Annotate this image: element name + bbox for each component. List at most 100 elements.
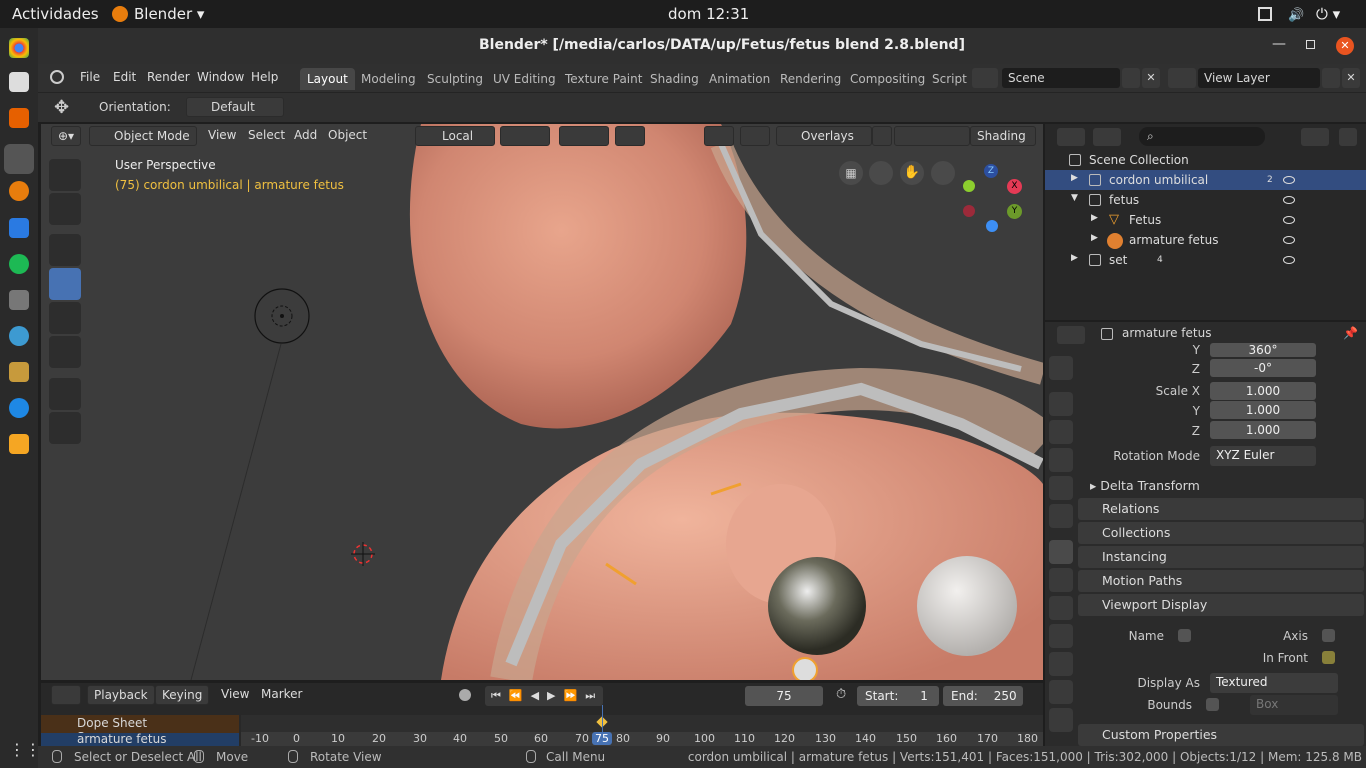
orientation-dropdown[interactable]: Default [186, 97, 284, 117]
physics-tab-icon[interactable] [1049, 624, 1073, 648]
properties-editor-type[interactable] [1057, 326, 1085, 344]
viewport-display-panel[interactable]: Viewport Display [1078, 594, 1364, 616]
tab-sculpting[interactable]: Sculpting [420, 68, 490, 90]
apps-grid-icon[interactable]: ⋮⋮ [9, 740, 41, 760]
start-frame-field[interactable]: Start: 1 [857, 686, 939, 706]
maximize-button[interactable] [1306, 40, 1315, 49]
gizmo-neg-y[interactable] [963, 180, 975, 192]
close-button[interactable]: ✕ [1336, 37, 1354, 55]
blender-alt-icon[interactable] [9, 181, 29, 201]
minimize-button[interactable]: — [1272, 36, 1286, 52]
network-icon[interactable] [1258, 7, 1272, 21]
tab-script[interactable]: Script [925, 68, 974, 90]
3d-viewport[interactable]: ⊕▾ Object Mode View Select Add Object Lo… [41, 124, 1043, 680]
relations-panel[interactable]: Relations [1078, 498, 1364, 520]
visibility-icon[interactable] [740, 126, 770, 146]
outliner-row-set[interactable]: ▶ set 4 [1045, 250, 1366, 270]
scale-x-field[interactable]: 1.000 [1210, 382, 1316, 400]
delta-transform-panel[interactable]: ▸ Delta Transform [1090, 478, 1200, 493]
view-layer-new-icon[interactable] [1322, 68, 1340, 88]
viewport-menu-object[interactable]: Object [322, 126, 373, 146]
outliner-row-armature[interactable]: ▶ armature fetus [1045, 230, 1366, 250]
visibility-eye-icon[interactable] [1283, 196, 1295, 204]
world-tab-icon[interactable] [1049, 504, 1073, 528]
tab-rendering[interactable]: Rendering [773, 68, 848, 90]
particles-tab-icon[interactable] [1049, 596, 1073, 620]
firefox-icon[interactable] [9, 108, 29, 128]
outliner-row-fetus-mesh[interactable]: ▶ ▽ Fetus [1045, 210, 1366, 230]
blender-dock-icon[interactable] [4, 144, 34, 174]
shading-modes-icon[interactable] [894, 126, 970, 146]
archive-icon[interactable] [9, 362, 29, 382]
atom-icon[interactable] [9, 326, 29, 346]
data-tab-icon[interactable] [1049, 680, 1073, 704]
visibility-eye-icon[interactable] [1283, 216, 1295, 224]
move-tool[interactable] [49, 234, 81, 266]
bounds-type-dropdown[interactable]: Box [1250, 695, 1338, 715]
spotify-icon[interactable] [9, 254, 29, 274]
render-tab-icon[interactable] [1049, 392, 1073, 416]
menu-file[interactable]: File [80, 70, 100, 84]
display-as-dropdown[interactable]: Textured [1210, 673, 1338, 693]
slides-icon[interactable] [9, 434, 29, 454]
transform-orientation-dropdown[interactable]: Local [415, 126, 495, 146]
show-gizmo-icon[interactable] [704, 126, 734, 146]
power-icon[interactable]: ⏻ ▾ [1316, 5, 1340, 23]
tab-layout[interactable]: Layout [300, 68, 355, 90]
select-box-tool[interactable] [49, 159, 81, 191]
gizmo-neg-x[interactable] [963, 205, 975, 217]
files-icon[interactable] [9, 72, 29, 92]
rotation-mode-dropdown[interactable]: XYZ Euler [1210, 446, 1316, 466]
scene-remove-icon[interactable]: ✕ [1142, 68, 1160, 88]
menu-edit[interactable]: Edit [113, 70, 136, 84]
menu-render[interactable]: Render [147, 70, 190, 84]
tab-modeling[interactable]: Modeling [354, 68, 423, 90]
gizmo-y-axis[interactable]: Y [1007, 204, 1022, 219]
pan-view-icon[interactable]: ✋ [900, 161, 924, 185]
view-layer-field[interactable]: View Layer [1198, 68, 1320, 88]
scale-z-field[interactable]: 1.000 [1210, 421, 1316, 439]
tab-shading[interactable]: Shading [643, 68, 706, 90]
outliner-search-input[interactable]: ⌕ [1139, 127, 1265, 146]
game-icon[interactable] [9, 290, 29, 310]
tab-texture-paint[interactable]: Texture Paint [558, 68, 649, 90]
camera-view-icon[interactable] [869, 161, 893, 185]
vd-axis-checkbox[interactable] [1322, 629, 1335, 642]
view-layer-icon[interactable] [1168, 68, 1196, 88]
keying-menu[interactable]: Keying [155, 685, 210, 705]
scene-selector-icon[interactable] [972, 68, 998, 88]
view-layer-remove-icon[interactable]: ✕ [1342, 68, 1360, 88]
timeline-view-menu[interactable]: View [215, 685, 255, 705]
outliner-row-fetus-collection[interactable]: ▼ fetus [1045, 190, 1366, 210]
frame-ruler[interactable]: -10 0 10 20 30 40 50 60 70 75 80 90 100 … [241, 732, 1043, 746]
texture-tab-icon[interactable] [1049, 708, 1073, 732]
gizmo-x-axis[interactable]: X [1007, 179, 1022, 194]
end-frame-field[interactable]: End: 250 [943, 686, 1023, 706]
viewport-menu-add[interactable]: Add [288, 126, 323, 146]
tab-compositing[interactable]: Compositing [843, 68, 932, 90]
motion-paths-panel[interactable]: Motion Paths [1078, 570, 1364, 592]
viewport-menu-select[interactable]: Select [242, 126, 291, 146]
blender-menu-icon[interactable] [50, 70, 64, 84]
bounds-checkbox[interactable] [1206, 698, 1219, 711]
keyframe-area[interactable] [241, 715, 1043, 732]
object-tab-icon[interactable] [1049, 540, 1073, 564]
stopwatch-icon[interactable]: ⏱ [836, 687, 846, 702]
tool-tab-icon[interactable] [1049, 356, 1073, 380]
transform-tool[interactable] [49, 268, 81, 300]
constraints-tab-icon[interactable] [1049, 652, 1073, 676]
xray-icon[interactable] [872, 126, 892, 146]
collections-panel[interactable]: Collections [1078, 522, 1364, 544]
instancing-panel[interactable]: Instancing [1078, 546, 1364, 568]
app-menu-button[interactable]: Blender ▾ [134, 5, 204, 23]
outliner-row-cordon[interactable]: ▶ cordon umbilical 2 [1045, 170, 1366, 190]
view-layer-tab-icon[interactable] [1049, 448, 1073, 472]
shading-dropdown[interactable]: Shading [970, 126, 1036, 146]
outliner-filter-icon[interactable] [1301, 128, 1329, 146]
vd-name-checkbox[interactable] [1178, 629, 1191, 642]
tab-uv-editing[interactable]: UV Editing [486, 68, 563, 90]
gizmo-neg-z[interactable] [986, 220, 998, 232]
chrome-icon[interactable] [9, 38, 29, 58]
proportional-edit-icon[interactable] [615, 126, 645, 146]
outliner-scene-collection[interactable]: Scene Collection [1045, 150, 1366, 170]
